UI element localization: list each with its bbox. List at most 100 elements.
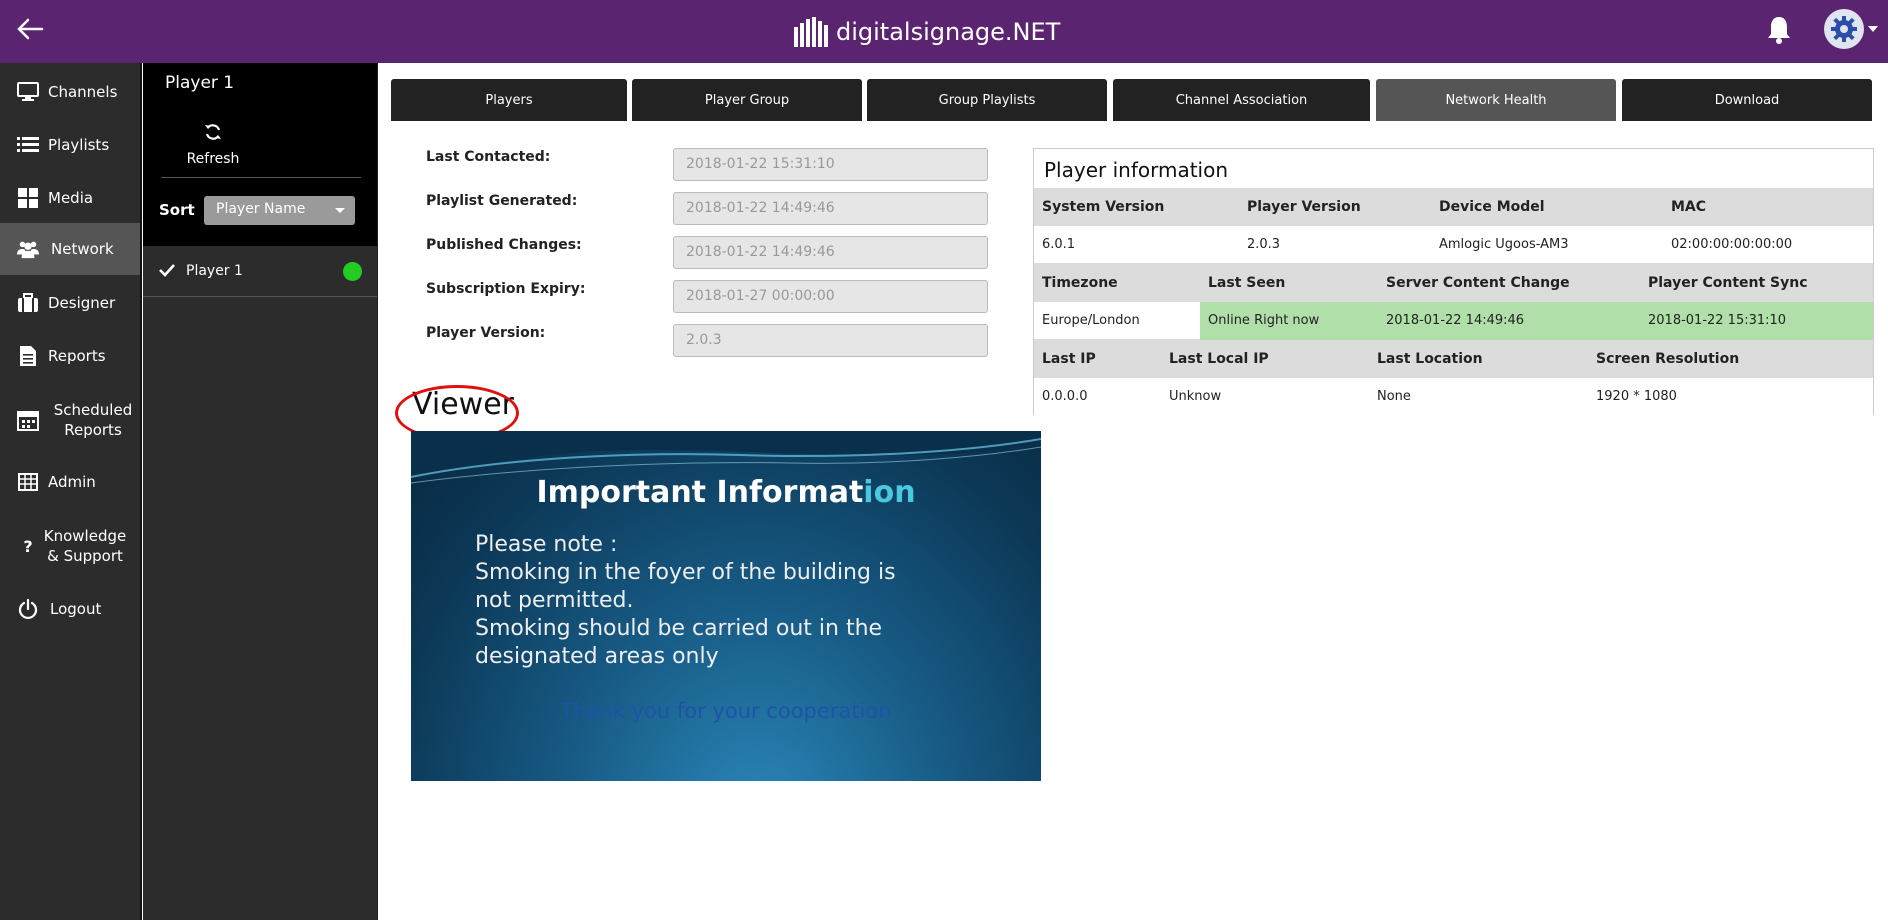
value-system-version: 6.0.1 bbox=[1042, 237, 1076, 252]
slide-body: Please note : Smoking in the foyer of th… bbox=[475, 531, 1015, 671]
calendar-icon bbox=[17, 409, 39, 431]
slide-line: Smoking in the foyer of the building is bbox=[475, 560, 896, 585]
briefcase-icon bbox=[17, 292, 39, 314]
published-changes-field[interactable]: 2018-01-22 14:49:46 bbox=[673, 236, 988, 269]
published-changes-label: Published Changes: bbox=[426, 237, 582, 253]
check-icon bbox=[159, 263, 175, 281]
document-icon bbox=[17, 345, 39, 367]
nav-item-logout[interactable]: Logout bbox=[0, 583, 140, 635]
player-panel-title: Player 1 bbox=[165, 73, 235, 93]
power-icon bbox=[17, 598, 39, 620]
refresh-button[interactable]: Refresh bbox=[173, 121, 253, 171]
value-screen-resolution: 1920 * 1080 bbox=[1596, 389, 1677, 404]
value-server-content-change: 2018-01-22 14:49:46 bbox=[1386, 313, 1525, 328]
player-information-title: Player information bbox=[1044, 158, 1229, 182]
header-device-model: Device Model bbox=[1439, 199, 1545, 215]
tab-group-playlists[interactable]: Group Playlists bbox=[867, 79, 1107, 121]
nav-label: Media bbox=[48, 189, 94, 207]
question-icon: ? bbox=[23, 536, 33, 556]
value-last-seen: Online Right now bbox=[1208, 313, 1320, 328]
slide-title-highlight: ion bbox=[863, 475, 916, 510]
top-bar: digitalsignage.NET bbox=[0, 0, 1888, 63]
value-player-content-sync: 2018-01-22 15:31:10 bbox=[1648, 313, 1787, 328]
slide-title: Important Information bbox=[411, 475, 1041, 510]
header-last-ip: Last IP bbox=[1042, 351, 1096, 367]
header-last-seen: Last Seen bbox=[1208, 275, 1286, 291]
value-last-ip: 0.0.0.0 bbox=[1042, 389, 1088, 404]
nav-item-designer[interactable]: Designer bbox=[0, 277, 140, 329]
nav-label: Reports bbox=[48, 347, 106, 365]
sort-label: Sort bbox=[159, 201, 195, 219]
header-player-content-sync: Player Content Sync bbox=[1648, 275, 1808, 291]
subscription-expiry-field[interactable]: 2018-01-27 00:00:00 bbox=[673, 280, 988, 313]
value-device-model: Amlogic Ugoos-AM3 bbox=[1439, 237, 1569, 252]
info-header-row: Timezone Last Seen Server Content Change… bbox=[1034, 264, 1873, 302]
gear-icon[interactable] bbox=[1824, 9, 1864, 49]
tab-bar: Players Player Group Group Playlists Cha… bbox=[391, 79, 1876, 121]
subscription-expiry-label: Subscription Expiry: bbox=[426, 281, 586, 297]
building-logo-icon bbox=[794, 17, 828, 47]
nav-item-knowledge-support[interactable]: ? Knowledge & Support bbox=[0, 515, 140, 577]
grid-icon bbox=[17, 187, 39, 209]
back-arrow-icon[interactable] bbox=[14, 13, 46, 45]
bell-icon[interactable] bbox=[1764, 14, 1794, 46]
sort-select-value: Player Name bbox=[216, 201, 306, 217]
nav-item-channels[interactable]: Channels bbox=[0, 66, 140, 118]
nav-item-admin[interactable]: Admin bbox=[0, 456, 140, 508]
playlist-generated-field[interactable]: 2018-01-22 14:49:46 bbox=[673, 192, 988, 225]
tab-download[interactable]: Download bbox=[1622, 79, 1872, 121]
main-sidebar: Channels Playlists Media Network Designe… bbox=[0, 63, 142, 920]
player-panel: Player 1 Refresh Sort Player Name Player… bbox=[143, 63, 378, 920]
info-value-row: Europe/London Online Right now 2018-01-2… bbox=[1034, 302, 1873, 340]
value-last-location: None bbox=[1377, 389, 1411, 404]
header-server-content-change: Server Content Change bbox=[1386, 275, 1570, 291]
slide-thanks: Thank you for your cooperation bbox=[560, 699, 892, 723]
nav-item-scheduled-reports[interactable]: Scheduled Reports bbox=[0, 389, 140, 451]
slide-line: Smoking should be carried out in the bbox=[475, 616, 883, 641]
slide-line: designated areas only bbox=[475, 644, 719, 669]
nav-item-network[interactable]: Network bbox=[0, 223, 140, 275]
header-screen-resolution: Screen Resolution bbox=[1596, 351, 1740, 367]
tab-player-group[interactable]: Player Group bbox=[632, 79, 862, 121]
refresh-icon bbox=[205, 124, 221, 140]
nav-item-reports[interactable]: Reports bbox=[0, 330, 140, 382]
nav-label: Channels bbox=[48, 83, 118, 101]
tab-channel-association[interactable]: Channel Association bbox=[1113, 79, 1370, 121]
tab-players[interactable]: Players bbox=[391, 79, 627, 121]
refresh-label: Refresh bbox=[186, 151, 240, 167]
nav-item-media[interactable]: Media bbox=[0, 172, 140, 224]
player-information-panel: Player information System Version Player… bbox=[1033, 148, 1874, 416]
brand-name: digitalsignage.NET bbox=[836, 18, 1061, 46]
last-contacted-field[interactable]: 2018-01-22 15:31:10 bbox=[673, 148, 988, 181]
playlist-generated-label: Playlist Generated: bbox=[426, 193, 578, 209]
list-icon bbox=[17, 134, 39, 156]
divider bbox=[161, 177, 361, 178]
sort-select[interactable]: Player Name bbox=[204, 196, 355, 225]
header-last-local-ip: Last Local IP bbox=[1169, 351, 1269, 367]
header-last-location: Last Location bbox=[1377, 351, 1483, 367]
player-list-item[interactable]: Player 1 bbox=[143, 246, 377, 297]
nav-label: Scheduled Reports bbox=[53, 401, 133, 439]
info-value-row: 0.0.0.0 Unknow None 1920 * 1080 bbox=[1034, 378, 1873, 416]
nav-label: Admin bbox=[48, 473, 96, 491]
player-version-label: Player Version: bbox=[426, 325, 546, 341]
header-system-version: System Version bbox=[1042, 199, 1165, 215]
nav-label: Logout bbox=[50, 600, 102, 618]
slide-title-main: Important Informat bbox=[536, 475, 864, 510]
nav-label: Knowledge & Support bbox=[43, 527, 127, 565]
nav-label: Playlists bbox=[48, 136, 110, 154]
nav-item-playlists[interactable]: Playlists bbox=[0, 119, 140, 171]
player-version-field[interactable]: 2.0.3 bbox=[673, 324, 988, 357]
info-header-row: Last IP Last Local IP Last Location Scre… bbox=[1034, 340, 1873, 378]
viewer-preview: Important Information Please note : Smok… bbox=[411, 431, 1041, 781]
info-value-row: 6.0.1 2.0.3 Amlogic Ugoos-AM3 02:00:00:0… bbox=[1034, 226, 1873, 264]
header-timezone: Timezone bbox=[1042, 275, 1118, 291]
value-timezone: Europe/London bbox=[1042, 313, 1140, 328]
users-icon bbox=[17, 238, 39, 260]
header-player-version: Player Version bbox=[1247, 199, 1361, 215]
info-header-row: System Version Player Version Device Mod… bbox=[1034, 188, 1873, 226]
chevron-down-icon[interactable] bbox=[1868, 26, 1878, 32]
value-last-local-ip: Unknow bbox=[1169, 389, 1222, 404]
header-mac: MAC bbox=[1671, 199, 1707, 215]
tab-network-health[interactable]: Network Health bbox=[1376, 79, 1616, 121]
